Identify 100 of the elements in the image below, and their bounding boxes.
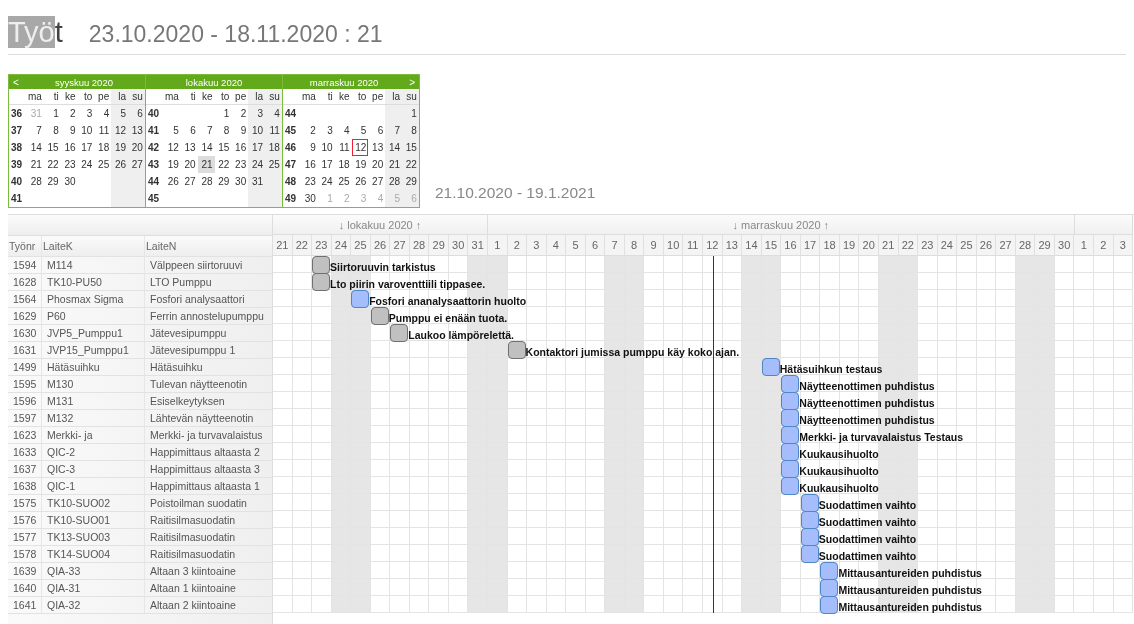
calendar-day[interactable]: 23 <box>231 156 249 173</box>
task-box[interactable] <box>781 460 800 478</box>
calendar-day[interactable]: 19 <box>351 156 369 173</box>
calendar-day[interactable]: 12 <box>351 139 369 156</box>
calendar-day[interactable]: 11 <box>94 122 112 139</box>
calendar-day[interactable]: 14 <box>197 139 215 156</box>
calendar-day[interactable]: 10 <box>248 122 266 139</box>
calendar-day[interactable]: 7 <box>385 122 403 139</box>
calendar-day[interactable]: 22 <box>214 156 232 173</box>
calendar-day[interactable]: 13 <box>128 122 145 139</box>
calendar-day[interactable]: 30 <box>60 173 78 190</box>
calendar-day[interactable]: 18 <box>334 156 352 173</box>
calendar-day[interactable]: 1 <box>214 105 232 122</box>
calendar-day[interactable]: 21 <box>197 156 215 173</box>
calendar-day[interactable]: 14 <box>385 139 403 156</box>
task-box[interactable] <box>351 290 370 308</box>
calendar-day[interactable]: 5 <box>111 105 129 122</box>
calendar-day[interactable]: 17 <box>317 156 335 173</box>
task-box[interactable] <box>781 375 800 393</box>
calendar-day[interactable]: 13 <box>368 139 386 156</box>
calendar-day[interactable]: 26 <box>351 173 369 190</box>
task-box[interactable] <box>800 494 819 512</box>
calendar-day[interactable]: 29 <box>214 173 232 190</box>
calendar-day[interactable]: 22 <box>43 156 61 173</box>
calendar-day[interactable]: 2 <box>60 105 78 122</box>
calendar-day[interactable]: 3 <box>77 105 95 122</box>
calendar-day[interactable]: 16 <box>301 156 318 173</box>
calendar-day[interactable]: 10 <box>317 139 335 156</box>
task-box[interactable] <box>820 562 839 580</box>
calendar-day[interactable]: 6 <box>128 105 145 122</box>
calendar-day[interactable]: 23 <box>60 156 78 173</box>
task-box[interactable] <box>800 545 819 563</box>
calendar-day[interactable]: 3 <box>317 122 335 139</box>
calendar-day[interactable]: 28 <box>385 173 403 190</box>
calendar-day[interactable]: 25 <box>94 156 112 173</box>
calendar-day[interactable]: 9 <box>301 139 318 156</box>
calendar-day[interactable]: 15 <box>214 139 232 156</box>
task-box[interactable] <box>781 477 800 495</box>
calendar-day[interactable]: 19 <box>164 156 181 173</box>
calendar-day[interactable]: 7 <box>197 122 215 139</box>
calendar-day[interactable]: 16 <box>231 139 249 156</box>
calendar-day[interactable]: 5 <box>351 122 369 139</box>
calendar-day[interactable]: 11 <box>265 122 282 139</box>
calendar-day[interactable]: 20 <box>180 156 198 173</box>
task-box[interactable] <box>781 443 800 461</box>
calendar-day[interactable]: 8 <box>214 122 232 139</box>
calendar-day[interactable]: 10 <box>77 122 95 139</box>
calendar-day[interactable]: 25 <box>334 173 352 190</box>
calendar-day[interactable]: 9 <box>231 122 249 139</box>
calendar-day[interactable]: 25 <box>265 156 282 173</box>
calendar-day[interactable]: 30 <box>301 190 318 207</box>
calendar-day[interactable]: 31 <box>248 173 266 190</box>
calendar-day[interactable]: 1 <box>43 105 61 122</box>
task-box[interactable] <box>800 528 819 546</box>
calendar-day[interactable]: 4 <box>94 105 112 122</box>
calendar-day[interactable]: 21 <box>27 156 44 173</box>
calendar-day[interactable]: 17 <box>77 139 95 156</box>
calendar-day[interactable]: 5 <box>164 122 181 139</box>
calendar-day[interactable]: 29 <box>43 173 61 190</box>
calendar-day[interactable]: 18 <box>265 139 282 156</box>
task-box[interactable] <box>312 256 331 274</box>
task-box[interactable] <box>820 579 839 597</box>
calendar-day[interactable]: 20 <box>368 156 386 173</box>
calendar-day[interactable]: 11 <box>334 139 352 156</box>
calendar-day[interactable]: 24 <box>248 156 266 173</box>
task-box[interactable] <box>390 324 409 342</box>
task-box[interactable] <box>761 358 780 376</box>
calendar-day[interactable]: 4 <box>334 122 352 139</box>
task-box[interactable] <box>820 596 839 614</box>
calendar-day[interactable]: 20 <box>128 139 145 156</box>
calendar-day[interactable]: 14 <box>27 139 44 156</box>
calendar-day[interactable]: 12 <box>111 122 129 139</box>
calendar-day[interactable]: 6 <box>368 122 386 139</box>
calendar-day[interactable]: 24 <box>317 173 335 190</box>
calendar-day[interactable]: 30 <box>231 173 249 190</box>
task-box[interactable] <box>507 341 526 359</box>
calendar-day[interactable]: 8 <box>43 122 61 139</box>
calendar-day[interactable]: 12 <box>164 139 181 156</box>
calendar-day[interactable]: 27 <box>368 173 386 190</box>
calendar-day[interactable]: 26 <box>164 173 181 190</box>
calendar-day[interactable]: 17 <box>248 139 266 156</box>
calendar-day[interactable]: 8 <box>402 122 419 139</box>
task-box[interactable] <box>781 426 800 444</box>
calendar-day[interactable]: 1 <box>402 105 419 122</box>
calendar-day[interactable]: 3 <box>248 105 266 122</box>
calendar-day[interactable]: 23 <box>301 173 318 190</box>
calendar-day[interactable]: 26 <box>111 156 129 173</box>
calendar-day[interactable]: 27 <box>180 173 198 190</box>
task-box[interactable] <box>800 511 819 529</box>
calendar-day[interactable]: 21 <box>385 156 403 173</box>
calendar-day[interactable]: 9 <box>60 122 78 139</box>
calendar-day[interactable]: 4 <box>265 105 282 122</box>
calendar-day[interactable]: 28 <box>27 173 44 190</box>
calendar-day[interactable]: 28 <box>197 173 215 190</box>
calendar-day[interactable]: 29 <box>402 173 419 190</box>
task-box[interactable] <box>781 392 800 410</box>
calendar-day[interactable]: 2 <box>231 105 249 122</box>
task-box[interactable] <box>312 273 331 291</box>
calendar-day[interactable]: 18 <box>94 139 112 156</box>
task-box[interactable] <box>370 307 389 325</box>
